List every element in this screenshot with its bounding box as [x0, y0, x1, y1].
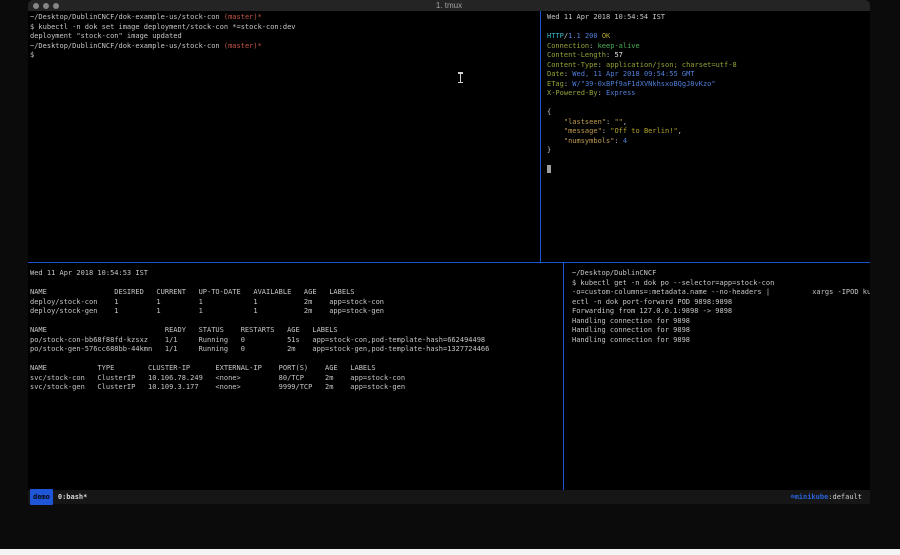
mouse-ibeam-cursor — [457, 72, 464, 83]
kube-context-name: minikube — [795, 490, 829, 504]
window-titlebar: 1. tmux — [28, 0, 870, 11]
session-name-badge[interactable]: demo — [30, 489, 53, 505]
desktop-bottom-strip — [0, 549, 900, 555]
kube-namespace: :default — [828, 490, 862, 504]
pane-divider-vertical-top[interactable] — [540, 11, 541, 262]
pane-divider-horizontal[interactable] — [28, 262, 870, 263]
pane-port-forward-bottom-right[interactable]: ~/Desktop/DublinCNCF$ kubectl get -n dok… — [564, 263, 870, 490]
pane-kubectl-watch-bottom-left[interactable]: Wed 11 Apr 2018 10:54:53 ISTNAME DESIRED… — [28, 263, 563, 490]
pane-shell-top-left[interactable]: ~/Desktop/DublinCNCF/dok-example-us/stoc… — [28, 11, 540, 262]
window-title: 1. tmux — [28, 0, 870, 11]
pane-http-response-top-right[interactable]: Wed 11 Apr 2018 10:54:54 ISTHTTP/1.1 200… — [541, 11, 870, 262]
traffic-lights — [33, 3, 59, 9]
window-tab-bash[interactable]: 0:bash* — [58, 490, 88, 504]
terminal-window: 1. tmux ~/Desktop/DublinCNCF/dok-example… — [28, 0, 870, 504]
zoom-button[interactable] — [53, 3, 59, 9]
pane-divider-vertical-bottom[interactable] — [563, 263, 564, 490]
close-button[interactable] — [33, 3, 39, 9]
status-left: demo 0:bash* — [30, 490, 87, 504]
kube-context-indicator: ☸ minikube :default — [790, 490, 862, 504]
minimize-button[interactable] — [43, 3, 49, 9]
tmux-panes-area: ~/Desktop/DublinCNCF/dok-example-us/stoc… — [28, 11, 870, 490]
tmux-status-bar: demo 0:bash* ☸ minikube :default — [28, 490, 870, 504]
